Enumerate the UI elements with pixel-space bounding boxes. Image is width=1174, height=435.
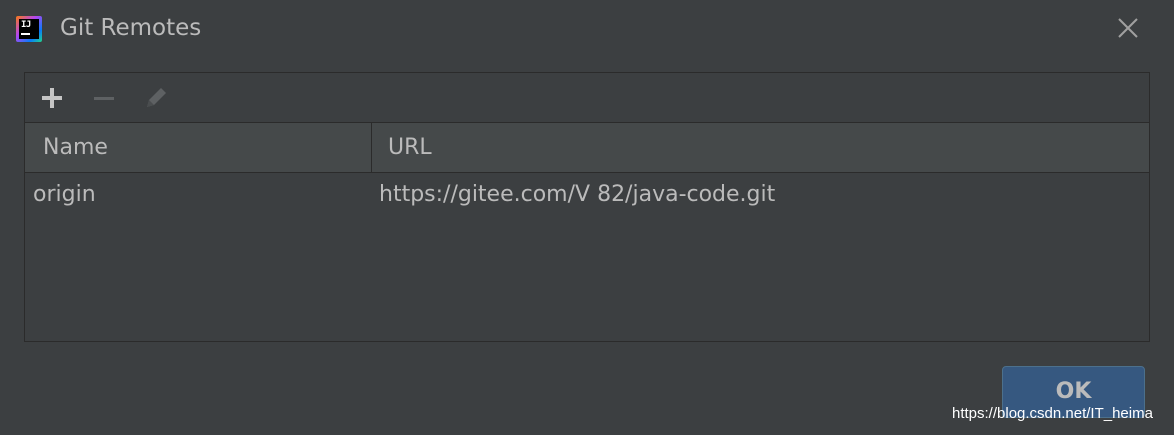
close-icon[interactable] (1114, 14, 1142, 42)
remote-url-cell: https://gitee.com/V 82/java-code.git (379, 182, 776, 207)
column-divider[interactable] (371, 123, 372, 172)
remotes-table: Name URL origin https://gitee.com/V 82/j… (25, 123, 1149, 341)
remote-name-cell: origin (33, 182, 96, 207)
app-icon-text: IJ (21, 20, 31, 30)
minus-icon[interactable] (89, 83, 119, 113)
dialog-title: Git Remotes (60, 15, 202, 41)
watermark-text: https://blog.csdn.net/IT_heima (952, 405, 1153, 422)
title-bar: IJ Git Remotes (0, 0, 1174, 58)
table-row[interactable]: origin https://gitee.com/V 82/java-code.… (25, 173, 1149, 217)
plus-icon[interactable] (37, 83, 67, 113)
pencil-icon[interactable] (141, 83, 171, 113)
git-remotes-dialog: IJ Git Remotes Name URL origin https://g… (0, 0, 1174, 435)
intellij-idea-icon: IJ (16, 16, 42, 42)
column-header-url[interactable]: URL (388, 135, 432, 160)
column-header-name[interactable]: Name (43, 135, 108, 160)
remotes-toolbar (25, 73, 1149, 123)
remotes-panel: Name URL origin https://gitee.com/V 82/j… (24, 72, 1150, 342)
table-header: Name URL (25, 123, 1149, 173)
